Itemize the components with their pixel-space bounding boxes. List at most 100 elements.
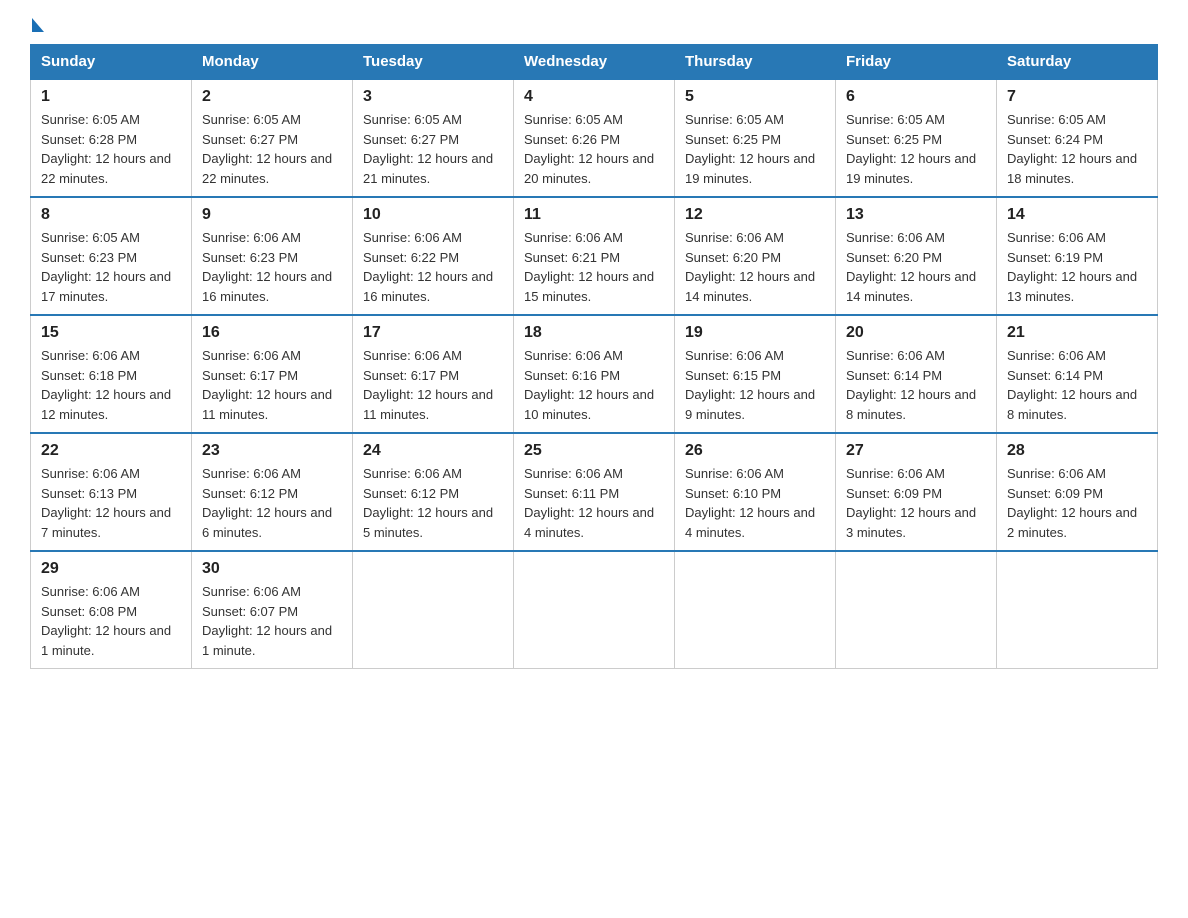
- day-info: Sunrise: 6:05 AMSunset: 6:25 PMDaylight:…: [846, 110, 986, 188]
- calendar-day-cell: [997, 551, 1158, 669]
- day-info: Sunrise: 6:06 AMSunset: 6:21 PMDaylight:…: [524, 228, 664, 306]
- day-info: Sunrise: 6:06 AMSunset: 6:14 PMDaylight:…: [846, 346, 986, 424]
- calendar-day-cell: 27 Sunrise: 6:06 AMSunset: 6:09 PMDayligh…: [836, 433, 997, 551]
- logo: [30, 20, 44, 34]
- logo-arrow-icon: [32, 18, 44, 32]
- calendar-week-row: 29 Sunrise: 6:06 AMSunset: 6:08 PMDayligh…: [31, 551, 1158, 669]
- day-number: 24: [363, 442, 503, 460]
- day-info: Sunrise: 6:05 AMSunset: 6:26 PMDaylight:…: [524, 110, 664, 188]
- page-header: [30, 20, 1158, 34]
- calendar-day-cell: 20 Sunrise: 6:06 AMSunset: 6:14 PMDayligh…: [836, 315, 997, 433]
- calendar-week-row: 15Sunrise: 6:06 AMSunset: 6:18 PMDayligh…: [31, 315, 1158, 433]
- day-number: 14: [1007, 206, 1147, 224]
- day-number: 6: [846, 88, 986, 106]
- day-number: 25: [524, 442, 664, 460]
- day-info: Sunrise: 6:05 AMSunset: 6:28 PMDaylight:…: [41, 110, 181, 188]
- day-of-week-header: Sunday: [31, 45, 192, 80]
- day-info: Sunrise: 6:06 AMSunset: 6:17 PMDaylight:…: [363, 346, 503, 424]
- day-info: Sunrise: 6:06 AMSunset: 6:09 PMDaylight:…: [1007, 464, 1147, 542]
- day-info: Sunrise: 6:06 AMSunset: 6:15 PMDaylight:…: [685, 346, 825, 424]
- day-of-week-header: Monday: [192, 45, 353, 80]
- calendar-day-cell: 16 Sunrise: 6:06 AMSunset: 6:17 PMDayligh…: [192, 315, 353, 433]
- day-info: Sunrise: 6:05 AMSunset: 6:23 PMDaylight:…: [41, 228, 181, 306]
- day-info: Sunrise: 6:05 AMSunset: 6:25 PMDaylight:…: [685, 110, 825, 188]
- calendar-day-cell: 18 Sunrise: 6:06 AMSunset: 6:16 PMDayligh…: [514, 315, 675, 433]
- day-info: Sunrise: 6:06 AMSunset: 6:23 PMDaylight:…: [202, 228, 342, 306]
- calendar-day-cell: 22Sunrise: 6:06 AMSunset: 6:13 PMDayligh…: [31, 433, 192, 551]
- day-number: 3: [363, 88, 503, 106]
- calendar-week-row: 22Sunrise: 6:06 AMSunset: 6:13 PMDayligh…: [31, 433, 1158, 551]
- day-info: Sunrise: 6:06 AMSunset: 6:20 PMDaylight:…: [685, 228, 825, 306]
- day-info: Sunrise: 6:05 AMSunset: 6:24 PMDaylight:…: [1007, 110, 1147, 188]
- day-number: 28: [1007, 442, 1147, 460]
- day-number: 16: [202, 324, 342, 342]
- day-of-week-header: Thursday: [675, 45, 836, 80]
- day-info: Sunrise: 6:06 AMSunset: 6:09 PMDaylight:…: [846, 464, 986, 542]
- day-info: Sunrise: 6:06 AMSunset: 6:18 PMDaylight:…: [41, 346, 181, 424]
- calendar-day-cell: 2Sunrise: 6:05 AMSunset: 6:27 PMDaylight…: [192, 79, 353, 197]
- calendar-day-cell: [514, 551, 675, 669]
- day-number: 18: [524, 324, 664, 342]
- day-number: 10: [363, 206, 503, 224]
- day-number: 27: [846, 442, 986, 460]
- calendar-day-cell: [836, 551, 997, 669]
- calendar-day-cell: [675, 551, 836, 669]
- calendar-day-cell: 25 Sunrise: 6:06 AMSunset: 6:11 PMDayligh…: [514, 433, 675, 551]
- day-info: Sunrise: 6:06 AMSunset: 6:22 PMDaylight:…: [363, 228, 503, 306]
- calendar-day-cell: 12 Sunrise: 6:06 AMSunset: 6:20 PMDayligh…: [675, 197, 836, 315]
- day-number: 23: [202, 442, 342, 460]
- day-number: 5: [685, 88, 825, 106]
- calendar-week-row: 8 Sunrise: 6:05 AMSunset: 6:23 PMDaylight…: [31, 197, 1158, 315]
- day-number: 20: [846, 324, 986, 342]
- day-number: 8: [41, 206, 181, 224]
- day-info: Sunrise: 6:06 AMSunset: 6:08 PMDaylight:…: [41, 582, 181, 660]
- day-number: 12: [685, 206, 825, 224]
- day-number: 1: [41, 88, 181, 106]
- day-info: Sunrise: 6:06 AMSunset: 6:17 PMDaylight:…: [202, 346, 342, 424]
- calendar-day-cell: 23 Sunrise: 6:06 AMSunset: 6:12 PMDayligh…: [192, 433, 353, 551]
- day-number: 22: [41, 442, 181, 460]
- day-of-week-header: Wednesday: [514, 45, 675, 80]
- day-number: 17: [363, 324, 503, 342]
- calendar-day-cell: 1 Sunrise: 6:05 AMSunset: 6:28 PMDaylight…: [31, 79, 192, 197]
- day-info: Sunrise: 6:06 AMSunset: 6:11 PMDaylight:…: [524, 464, 664, 542]
- day-info: Sunrise: 6:06 AMSunset: 6:12 PMDaylight:…: [202, 464, 342, 542]
- calendar-day-cell: [353, 551, 514, 669]
- day-info: Sunrise: 6:06 AMSunset: 6:14 PMDaylight:…: [1007, 346, 1147, 424]
- calendar-day-cell: 26 Sunrise: 6:06 AMSunset: 6:10 PMDayligh…: [675, 433, 836, 551]
- calendar-day-cell: 6 Sunrise: 6:05 AMSunset: 6:25 PMDaylight…: [836, 79, 997, 197]
- day-number: 13: [846, 206, 986, 224]
- day-info: Sunrise: 6:06 AMSunset: 6:19 PMDaylight:…: [1007, 228, 1147, 306]
- calendar-day-cell: 29 Sunrise: 6:06 AMSunset: 6:08 PMDayligh…: [31, 551, 192, 669]
- calendar-day-cell: 3Sunrise: 6:05 AMSunset: 6:27 PMDaylight…: [353, 79, 514, 197]
- calendar-day-cell: 14 Sunrise: 6:06 AMSunset: 6:19 PMDayligh…: [997, 197, 1158, 315]
- day-number: 11: [524, 206, 664, 224]
- day-number: 30: [202, 560, 342, 578]
- day-of-week-header: Saturday: [997, 45, 1158, 80]
- calendar-header-row: SundayMondayTuesdayWednesdayThursdayFrid…: [31, 45, 1158, 80]
- calendar-week-row: 1 Sunrise: 6:05 AMSunset: 6:28 PMDaylight…: [31, 79, 1158, 197]
- day-of-week-header: Tuesday: [353, 45, 514, 80]
- day-number: 7: [1007, 88, 1147, 106]
- calendar-day-cell: 5 Sunrise: 6:05 AMSunset: 6:25 PMDaylight…: [675, 79, 836, 197]
- day-number: 2: [202, 88, 342, 106]
- calendar-day-cell: 8 Sunrise: 6:05 AMSunset: 6:23 PMDaylight…: [31, 197, 192, 315]
- calendar-day-cell: 24Sunrise: 6:06 AMSunset: 6:12 PMDayligh…: [353, 433, 514, 551]
- calendar-day-cell: 17 Sunrise: 6:06 AMSunset: 6:17 PMDayligh…: [353, 315, 514, 433]
- day-number: 9: [202, 206, 342, 224]
- day-info: Sunrise: 6:06 AMSunset: 6:07 PMDaylight:…: [202, 582, 342, 660]
- calendar-day-cell: 7 Sunrise: 6:05 AMSunset: 6:24 PMDaylight…: [997, 79, 1158, 197]
- day-of-week-header: Friday: [836, 45, 997, 80]
- day-number: 29: [41, 560, 181, 578]
- calendar-day-cell: 28 Sunrise: 6:06 AMSunset: 6:09 PMDayligh…: [997, 433, 1158, 551]
- calendar-day-cell: 10 Sunrise: 6:06 AMSunset: 6:22 PMDayligh…: [353, 197, 514, 315]
- calendar-day-cell: 4Sunrise: 6:05 AMSunset: 6:26 PMDaylight…: [514, 79, 675, 197]
- day-number: 26: [685, 442, 825, 460]
- calendar-table: SundayMondayTuesdayWednesdayThursdayFrid…: [30, 44, 1158, 669]
- day-info: Sunrise: 6:06 AMSunset: 6:16 PMDaylight:…: [524, 346, 664, 424]
- day-number: 19: [685, 324, 825, 342]
- calendar-day-cell: 30 Sunrise: 6:06 AMSunset: 6:07 PMDayligh…: [192, 551, 353, 669]
- day-info: Sunrise: 6:06 AMSunset: 6:20 PMDaylight:…: [846, 228, 986, 306]
- day-info: Sunrise: 6:06 AMSunset: 6:10 PMDaylight:…: [685, 464, 825, 542]
- calendar-day-cell: 11 Sunrise: 6:06 AMSunset: 6:21 PMDayligh…: [514, 197, 675, 315]
